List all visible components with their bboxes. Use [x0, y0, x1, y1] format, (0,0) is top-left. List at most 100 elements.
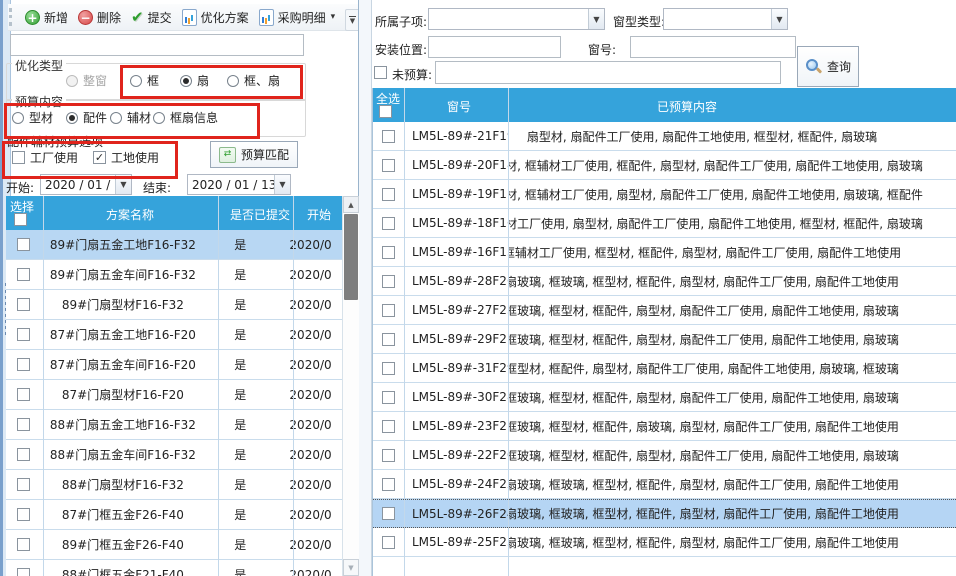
end-date-label: 结束: — [143, 179, 171, 196]
window-row[interactable]: LM5L-89#-31F29框型材, 框配件, 扇型材, 扇配件工厂使用, 扇配… — [372, 354, 956, 383]
toolbar-button-check[interactable]: ✔提交 — [126, 7, 177, 28]
plan-name-cell: 88#门框五金F21-F40 — [41, 560, 205, 576]
row-checkbox[interactable] — [382, 304, 395, 317]
plan-row[interactable]: 87#门扇五金车间F16-F20是2020/0 — [6, 350, 342, 380]
end-date-picker[interactable]: 2020 / 01 / 13 ▼ — [187, 174, 291, 195]
budget-match-button[interactable]: ⇄ 预算匹配 — [210, 141, 298, 168]
window-row[interactable]: LM5L-89#-26F24扇玻璃, 框玻璃, 框型材, 框配件, 扇型材, 扇… — [372, 499, 956, 528]
window-row[interactable]: LM5L-89#-23F21框玻璃, 框型材, 框配件, 扇玻璃, 扇型材, 扇… — [372, 412, 956, 441]
radio-option-accessory[interactable]: 配件 — [66, 109, 107, 126]
radio-option-profile[interactable]: 型材 — [12, 109, 53, 126]
select-all-checkbox[interactable] — [14, 213, 27, 226]
toolbar-button-remove[interactable]: −删除 — [73, 7, 126, 28]
plan-row[interactable]: 89#门扇五金工地F16-F32是2020/0 — [6, 230, 342, 260]
budget-content-cell: 框玻璃, 框型材, 框配件, 扇型材, 扇配件工厂使用, 扇配件工地使用, 扇玻… — [508, 325, 956, 353]
row-checkbox[interactable] — [382, 246, 395, 259]
scrollbar-down-button[interactable]: ▼ — [343, 559, 359, 576]
plan-row[interactable]: 89#门扇型材F16-F32是2020/0 — [6, 290, 342, 320]
row-checkbox[interactable] — [382, 391, 395, 404]
plan-row[interactable]: 89#门框五金F26-F40是2020/0 — [6, 530, 342, 560]
scrollbar-thumb[interactable] — [344, 214, 358, 300]
plan-filter-input[interactable] — [10, 34, 304, 56]
row-checkbox[interactable] — [382, 130, 395, 143]
select-all-checkbox[interactable] — [379, 105, 392, 118]
window-no-input[interactable] — [630, 36, 796, 58]
checkbox-option-site-use[interactable]: ✓工地使用 — [93, 149, 159, 166]
start-date-picker[interactable]: 2020 / 01 / 1 ▼ — [40, 174, 132, 195]
panel-splitter[interactable] — [358, 0, 372, 576]
window-row[interactable]: LM5L-89#-29F27框玻璃, 框型材, 框配件, 扇型材, 扇配件工厂使… — [372, 325, 956, 354]
search-icon — [805, 58, 822, 75]
row-checkbox[interactable] — [17, 418, 30, 431]
radio-option-auxiliary[interactable]: 辅材 — [110, 109, 151, 126]
row-checkbox[interactable] — [382, 507, 395, 520]
plan-row[interactable]: 88#门扇五金工地F16-F32是2020/0 — [6, 410, 342, 440]
window-row[interactable]: LM5L-89#-30F28框玻璃, 框型材, 框配件, 扇型材, 扇配件工厂使… — [372, 383, 956, 412]
row-checkbox[interactable] — [17, 448, 30, 461]
plan-row[interactable]: 88#门扇型材F16-F32是2020/0 — [6, 470, 342, 500]
window-row[interactable]: LM5L-89#-16F15框辅材工厂使用, 框型材, 框配件, 扇型材, 扇配… — [372, 238, 956, 267]
no-budget-checkbox[interactable] — [374, 66, 387, 79]
row-checkbox[interactable] — [382, 420, 395, 433]
radio-option-frame[interactable]: 框 — [130, 72, 159, 89]
radio-option-frame-sash[interactable]: 框、扇 — [227, 72, 280, 89]
row-checkbox[interactable] — [17, 358, 30, 371]
row-checkbox[interactable] — [17, 478, 30, 491]
window-row-select-cell — [372, 296, 404, 324]
window-row[interactable]: LM5L-89#-28F26扇玻璃, 框玻璃, 框型材, 框配件, 扇型材, 扇… — [372, 267, 956, 296]
toolbar-button-purchase-detail[interactable]: 采购明细▾ — [254, 7, 341, 28]
start-date-label: 开始: — [6, 179, 34, 196]
row-checkbox[interactable] — [17, 568, 30, 576]
row-checkbox[interactable] — [17, 298, 30, 311]
window-row-select-cell — [372, 528, 404, 556]
chevron-down-icon[interactable]: ▼ — [771, 9, 787, 29]
plan-row[interactable]: 88#门框五金F21-F40是2020/0 — [6, 560, 342, 576]
row-checkbox[interactable] — [382, 536, 395, 549]
window-row[interactable]: LM5L-89#-20F18框型材, 框辅材工厂使用, 框配件, 扇型材, 扇配… — [372, 151, 956, 180]
row-checkbox[interactable] — [382, 449, 395, 462]
window-no-cell: LM5L-89#-27F25 — [404, 296, 508, 324]
row-checkbox[interactable] — [17, 238, 30, 251]
plan-row[interactable]: 88#门扇五金车间F16-F32是2020/0 — [6, 440, 342, 470]
scrollbar-up-button[interactable]: ▲ — [343, 196, 359, 213]
row-checkbox[interactable] — [382, 188, 395, 201]
window-type-select[interactable]: ▼ — [663, 8, 788, 30]
row-checkbox[interactable] — [382, 217, 395, 230]
plan-row[interactable]: 89#门扇五金车间F16-F32是2020/0 — [6, 260, 342, 290]
window-row[interactable]: LM5L-89#-24F22扇玻璃, 框玻璃, 框型材, 框配件, 扇型材, 扇… — [372, 470, 956, 499]
checkbox-option-factory-use[interactable]: 工厂使用 — [12, 149, 78, 166]
row-checkbox[interactable] — [382, 275, 395, 288]
window-row[interactable]: LM5L-89#-27F25框玻璃, 框型材, 框配件, 扇型材, 扇配件工厂使… — [372, 296, 956, 325]
query-button[interactable]: 查询 — [797, 46, 859, 87]
row-checkbox[interactable] — [17, 538, 30, 551]
row-checkbox[interactable] — [17, 268, 30, 281]
row-checkbox[interactable] — [382, 362, 395, 375]
chevron-down-icon[interactable]: ▼ — [115, 175, 131, 194]
row-checkbox[interactable] — [17, 508, 30, 521]
window-row[interactable]: LM5L-89#-21F19扇型材, 扇配件工厂使用, 扇配件工地使用, 框型材… — [372, 122, 956, 151]
window-row[interactable]: LM5L-89#-22F20框玻璃, 框型材, 框配件, 扇型材, 扇配件工厂使… — [372, 441, 956, 470]
start-date-cell: 2020/0 — [275, 530, 342, 559]
row-checkbox[interactable] — [382, 478, 395, 491]
radio-option-sash[interactable]: 扇 — [180, 72, 209, 89]
install-position-input[interactable] — [428, 36, 561, 58]
radio-option-frame-sash-info[interactable]: 框扇信息 — [153, 109, 218, 126]
plan-table-scrollbar[interactable]: ▲ ▼ — [342, 196, 359, 576]
chevron-down-icon[interactable]: ▼ — [274, 175, 290, 194]
plan-row[interactable]: 87#门扇型材F16-F20是2020/0 — [6, 380, 342, 410]
toolbar-button-optimize-plan[interactable]: 优化方案 — [177, 7, 254, 28]
window-row[interactable]: LM5L-89#-25F23扇玻璃, 框玻璃, 框型材, 框配件, 扇型材, 扇… — [372, 528, 956, 557]
sub-item-select[interactable]: ▼ — [428, 8, 605, 30]
plan-row[interactable]: 87#门扇五金工地F16-F20是2020/0 — [6, 320, 342, 350]
window-row[interactable]: LM5L-89#-19F17框型材, 框辅材工厂使用, 扇型材, 扇配件工厂使用… — [372, 180, 956, 209]
row-checkbox[interactable] — [382, 333, 395, 346]
plan-row[interactable]: 87#门框五金F26-F40是2020/0 — [6, 500, 342, 530]
row-checkbox[interactable] — [17, 388, 30, 401]
no-budget-input[interactable] — [435, 61, 781, 84]
window-row-select-cell — [372, 441, 404, 469]
chevron-down-icon[interactable]: ▼ — [588, 9, 604, 29]
toolbar-button-add[interactable]: +新增 — [20, 7, 73, 28]
row-checkbox[interactable] — [382, 159, 395, 172]
window-row[interactable]: LM5L-89#-18F16框辅材工厂使用, 扇型材, 扇配件工厂使用, 扇配件… — [372, 209, 956, 238]
row-checkbox[interactable] — [17, 328, 30, 341]
